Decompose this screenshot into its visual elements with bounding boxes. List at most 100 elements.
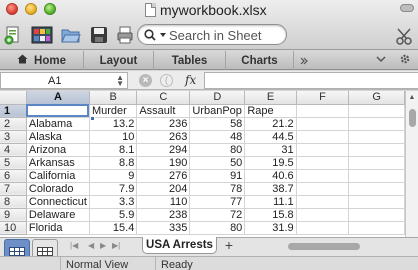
cell-c7[interactable]: 204	[136, 182, 191, 196]
cell-g7[interactable]	[348, 182, 405, 196]
cell-e9[interactable]: 15.8	[244, 208, 297, 222]
cell-d4[interactable]: 80	[189, 143, 246, 157]
row-header[interactable]: 6	[0, 169, 27, 183]
tab-charts[interactable]: Charts	[226, 51, 294, 70]
search-options-chevron-icon[interactable]	[160, 33, 166, 37]
cell-a6[interactable]: California	[26, 169, 90, 183]
print-button[interactable]	[115, 24, 135, 46]
sheet-tab-usa-arrests[interactable]: USA Arrests	[142, 237, 217, 254]
cell-g1[interactable]	[348, 104, 405, 118]
row-header[interactable]: 10	[0, 221, 27, 235]
tab-layout[interactable]: Layout	[84, 51, 154, 70]
search-field[interactable]	[137, 24, 287, 45]
select-all-corner[interactable]	[0, 91, 27, 105]
search-input[interactable]	[169, 27, 279, 43]
cell-e7[interactable]: 38.7	[244, 182, 297, 196]
formula-input[interactable]	[204, 72, 418, 89]
cell-b2[interactable]: 13.2	[89, 117, 138, 131]
cell-f5[interactable]	[296, 156, 350, 170]
column-header-a[interactable]: A	[26, 91, 90, 105]
cancel-entry-icon[interactable]: ×	[139, 74, 152, 87]
cell-f3[interactable]	[296, 130, 350, 144]
row-header[interactable]: 9	[0, 208, 27, 222]
cell-b3[interactable]: 10	[89, 130, 138, 144]
tab-home[interactable]: Home	[0, 51, 84, 70]
column-header-f[interactable]: F	[296, 91, 350, 105]
more-tabs-icon[interactable]	[294, 51, 314, 70]
tab-tables[interactable]: Tables	[154, 51, 226, 70]
cell-d2[interactable]: 58	[189, 117, 246, 131]
open-button[interactable]	[60, 24, 82, 46]
cell-d3[interactable]: 48	[189, 130, 246, 144]
scroll-up-arrow-icon[interactable]: ▲	[406, 91, 418, 105]
cell-c1[interactable]: Assault	[136, 104, 191, 118]
cell-f10[interactable]	[296, 221, 350, 235]
cell-c2[interactable]: 236	[136, 117, 191, 131]
cell-a8[interactable]: Connecticut	[26, 195, 90, 209]
cell-f9[interactable]	[296, 208, 350, 222]
toolbar-toggle-button[interactable]	[400, 4, 414, 12]
cell-g10[interactable]	[348, 221, 405, 235]
cell-c8[interactable]: 110	[136, 195, 191, 209]
cell-d5[interactable]: 50	[189, 156, 246, 170]
cell-b10[interactable]: 15.4	[89, 221, 138, 235]
name-box[interactable]: A1 ▲ ▼	[0, 72, 128, 89]
row-header[interactable]: 2	[0, 117, 27, 131]
cell-b4[interactable]: 8.1	[89, 143, 138, 157]
gear-icon[interactable]	[392, 53, 418, 68]
cell-b8[interactable]: 3.3	[89, 195, 138, 209]
cell-f4[interactable]	[296, 143, 350, 157]
cell-b1[interactable]: Murder	[89, 104, 138, 118]
cell-d1[interactable]: UrbanPop	[189, 104, 246, 118]
cut-button[interactable]	[394, 27, 414, 45]
column-header-b[interactable]: B	[89, 91, 138, 105]
cell-e4[interactable]: 31	[244, 143, 297, 157]
cell-c3[interactable]: 263	[136, 130, 191, 144]
column-header-d[interactable]: D	[189, 91, 246, 105]
fill-handle[interactable]	[90, 116, 95, 121]
column-header-c[interactable]: C	[136, 91, 191, 105]
cell-e3[interactable]: 44.5	[244, 130, 297, 144]
cell-f6[interactable]	[296, 169, 350, 183]
horizontal-scroll-thumb[interactable]	[288, 243, 360, 250]
row-header[interactable]: 1	[0, 104, 27, 118]
cell-e1[interactable]: Rape	[244, 104, 297, 118]
cell-d9[interactable]: 72	[189, 208, 246, 222]
row-header[interactable]: 5	[0, 156, 27, 170]
cell-g6[interactable]	[348, 169, 405, 183]
cell-b5[interactable]: 8.8	[89, 156, 138, 170]
cell-g9[interactable]	[348, 208, 405, 222]
cell-a3[interactable]: Alaska	[26, 130, 90, 144]
zoom-window-button[interactable]	[44, 3, 56, 15]
vertical-scrollbar[interactable]: ▲	[405, 91, 418, 237]
vertical-scroll-thumb[interactable]	[409, 109, 416, 127]
cell-f1[interactable]	[296, 104, 350, 118]
cell-d7[interactable]: 78	[189, 182, 246, 196]
cell-a4[interactable]: Arizona	[26, 143, 90, 157]
cell-a5[interactable]: Arkansas	[26, 156, 90, 170]
cell-e8[interactable]: 11.1	[244, 195, 297, 209]
template-gallery-button[interactable]	[30, 24, 54, 46]
cell-c4[interactable]: 294	[136, 143, 191, 157]
cell-a9[interactable]: Delaware	[26, 208, 90, 222]
cell-e2[interactable]: 21.2	[244, 117, 297, 131]
cell-e10[interactable]: 31.9	[244, 221, 297, 235]
cell-e6[interactable]: 40.6	[244, 169, 297, 183]
cell-d10[interactable]: 80	[189, 221, 246, 235]
first-sheet-icon[interactable]: |◀	[70, 241, 78, 250]
cell-d6[interactable]: 91	[189, 169, 246, 183]
collapse-ribbon-icon[interactable]	[370, 55, 392, 66]
close-window-button[interactable]	[6, 3, 18, 15]
row-header[interactable]: 7	[0, 182, 27, 196]
cell-f8[interactable]	[296, 195, 350, 209]
cell-b7[interactable]: 7.9	[89, 182, 138, 196]
cell-a7[interactable]: Colorado	[26, 182, 90, 196]
cell-f7[interactable]	[296, 182, 350, 196]
last-sheet-icon[interactable]: ▶|	[112, 241, 120, 250]
enter-entry-icon[interactable]: (	[160, 74, 173, 87]
column-header-g[interactable]: G	[348, 91, 405, 105]
minimize-window-button[interactable]	[25, 3, 37, 15]
cell-d8[interactable]: 77	[189, 195, 246, 209]
cell-b6[interactable]: 9	[89, 169, 138, 183]
save-button[interactable]	[88, 24, 110, 46]
